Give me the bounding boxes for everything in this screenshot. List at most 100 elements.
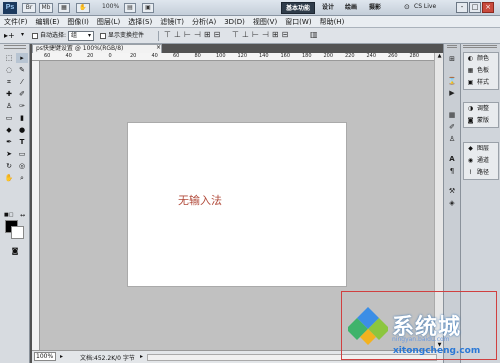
title-bar: Ps Br Mb ▦ ✋ 100% ▤ ▣ 基本功能 设计 绘画 摄影 ⊙ CS…	[0, 0, 500, 16]
dock-grip[interactable]	[463, 45, 497, 48]
mini-bridge-icon[interactable]: ⊞	[446, 54, 458, 64]
strip-grip[interactable]	[447, 45, 457, 48]
ruler-tick-label: 280	[409, 53, 420, 59]
auto-select-value: 组	[71, 32, 78, 39]
menu-3d[interactable]: 3D(D)	[220, 16, 249, 27]
tool-presets-icon[interactable]: ⚒	[446, 186, 458, 196]
blur-tool-icon[interactable]: ◆	[3, 125, 15, 135]
maximize-button[interactable]: □	[469, 2, 481, 13]
history-icon[interactable]: ⌛	[446, 76, 458, 86]
panel-masks-label: 蒙版	[477, 117, 490, 124]
move-tool-preset-icon[interactable]: ▸+	[4, 31, 15, 40]
ruler-tick-label: 220	[345, 53, 355, 59]
document-canvas[interactable]	[127, 122, 347, 287]
distribute-icons[interactable]: ⊤⊥⊢⊣⊞⊟	[232, 30, 291, 39]
menu-file[interactable]: 文件(F)	[0, 16, 32, 27]
auto-select-checkbox[interactable]	[32, 33, 38, 39]
align-icons[interactable]: ⊤⊥⊢⊣⊞⊟	[164, 30, 223, 39]
view-extras-icon[interactable]: ▦	[58, 3, 70, 13]
show-transform-checkbox[interactable]	[100, 33, 106, 39]
workspace-design[interactable]: 设计	[318, 2, 338, 14]
3d-icon[interactable]: ◈	[446, 198, 458, 208]
document-close-icon[interactable]: ×	[156, 44, 161, 51]
type-tool-icon[interactable]: T	[16, 137, 28, 147]
lasso-tool-icon[interactable]: ◌	[3, 65, 15, 75]
cs-live-button[interactable]: CS Live	[414, 3, 436, 10]
hand-tool-icon[interactable]: ✋	[76, 3, 90, 13]
screen-mode-icon[interactable]: ▣	[142, 3, 154, 13]
menu-window[interactable]: 窗口(W)	[281, 16, 315, 27]
panel-adjustments[interactable]: ◑ 调整	[464, 103, 498, 115]
arrange-documents-icon[interactable]: ▤	[124, 3, 136, 13]
quick-select-tool-icon[interactable]: ✎	[16, 65, 28, 75]
marquee-tool-icon[interactable]: ⬚	[3, 53, 15, 63]
auto-align-icon[interactable]: ▥	[310, 30, 318, 39]
close-button[interactable]: ×	[482, 2, 494, 13]
zoom-level[interactable]: 100%	[102, 3, 119, 10]
minibridge-icon[interactable]: Mb	[39, 3, 53, 13]
document-tab[interactable]: ps快捷键设置 @ 100%(RGB/8)	[32, 44, 162, 53]
clone-source-icon[interactable]: ♙	[446, 134, 458, 144]
path-select-tool-icon[interactable]: ➤	[3, 149, 15, 159]
menu-select[interactable]: 选择(S)	[124, 16, 156, 27]
workspace-photography[interactable]: 摄影	[365, 2, 385, 14]
3d-rotate-tool-icon[interactable]: ↻	[3, 161, 15, 171]
clone-stamp-tool-icon[interactable]: ♙	[3, 101, 15, 111]
scroll-up-icon[interactable]: ▲	[436, 53, 443, 60]
zoom-status-field[interactable]: 100%	[34, 352, 56, 361]
panel-masks[interactable]: ◙ 蒙版	[464, 115, 498, 127]
watermark-domain: xitongcheng.com	[393, 346, 481, 356]
move-tool-icon[interactable]: ▸	[16, 53, 28, 63]
preset-dropdown-icon[interactable]: ▾	[21, 31, 24, 38]
menu-filter[interactable]: 滤镜(T)	[156, 16, 188, 27]
default-colors-icon[interactable]: ■□	[4, 212, 13, 218]
background-color-swatch[interactable]	[11, 226, 24, 239]
panel-styles[interactable]: ▣ 样式	[464, 77, 498, 89]
swatches-mini-icon[interactable]: ▦	[446, 110, 458, 120]
eyedropper-tool-icon[interactable]: ⁄	[16, 77, 28, 87]
panel-color[interactable]: ◐ 颜色	[464, 53, 498, 65]
ruler-tick-label: 200	[323, 53, 334, 59]
panel-swatches[interactable]: ▦ 色板	[464, 65, 498, 77]
status-menu-icon[interactable]: ▸	[140, 353, 143, 360]
menu-image[interactable]: 图像(I)	[63, 16, 93, 27]
menu-bar: 文件(F) 编辑(E) 图像(I) 图层(L) 选择(S) 滤镜(T) 分析(A…	[0, 16, 500, 28]
swap-colors-icon[interactable]: ↔	[20, 212, 25, 219]
gradient-tool-icon[interactable]: ▮	[16, 113, 28, 123]
auto-select-dropdown[interactable]: 组 ▾	[68, 31, 94, 41]
status-expand-icon[interactable]: ▸	[60, 353, 63, 360]
live-icon: ⊙	[404, 3, 410, 11]
panel-group-layers: ◆ 图层 ◉ 通道 ⌇ 路径	[463, 142, 499, 180]
healing-brush-tool-icon[interactable]: ✚	[3, 89, 15, 99]
brush-tool-icon[interactable]: ✐	[16, 89, 28, 99]
panel-channels[interactable]: ◉ 通道	[464, 155, 498, 167]
crop-tool-icon[interactable]: ⌗	[3, 77, 15, 87]
zoom-tool-icon[interactable]: ⌕	[16, 173, 28, 183]
shape-tool-icon[interactable]: ▭	[16, 149, 28, 159]
3d-orbit-tool-icon[interactable]: ◎	[16, 161, 28, 171]
bridge-icon[interactable]: Br	[22, 3, 36, 13]
hand-tool-icon[interactable]: ✋	[3, 173, 15, 183]
character-icon[interactable]: A	[446, 154, 458, 164]
workspace-essentials[interactable]: 基本功能	[281, 2, 316, 14]
panel-paths[interactable]: ⌇ 路径	[464, 167, 498, 179]
eraser-tool-icon[interactable]: ▭	[3, 113, 15, 123]
menu-analysis[interactable]: 分析(A)	[188, 16, 220, 27]
actions-icon[interactable]: ▶	[446, 88, 458, 98]
ruler-tick-label: 140	[259, 53, 269, 59]
history-brush-tool-icon[interactable]: ✑	[16, 101, 28, 111]
menu-help[interactable]: 帮助(H)	[316, 16, 349, 27]
swatches-icon: ▦	[467, 67, 474, 74]
panel-layers[interactable]: ◆ 图层	[464, 143, 498, 155]
brush-presets-icon[interactable]: ✐	[446, 122, 458, 132]
quick-mask-icon[interactable]: ◙	[9, 246, 21, 256]
toolbox-grip[interactable]	[4, 45, 26, 49]
dodge-tool-icon[interactable]: ●	[16, 125, 28, 135]
paragraph-icon[interactable]: ¶	[446, 166, 458, 176]
menu-view[interactable]: 视图(V)	[249, 16, 281, 27]
minimize-button[interactable]: -	[456, 2, 468, 13]
workspace-painting[interactable]: 绘画	[341, 2, 361, 14]
menu-edit[interactable]: 编辑(E)	[32, 16, 64, 27]
menu-layer[interactable]: 图层(L)	[93, 16, 124, 27]
pen-tool-icon[interactable]: ✒	[3, 137, 15, 147]
